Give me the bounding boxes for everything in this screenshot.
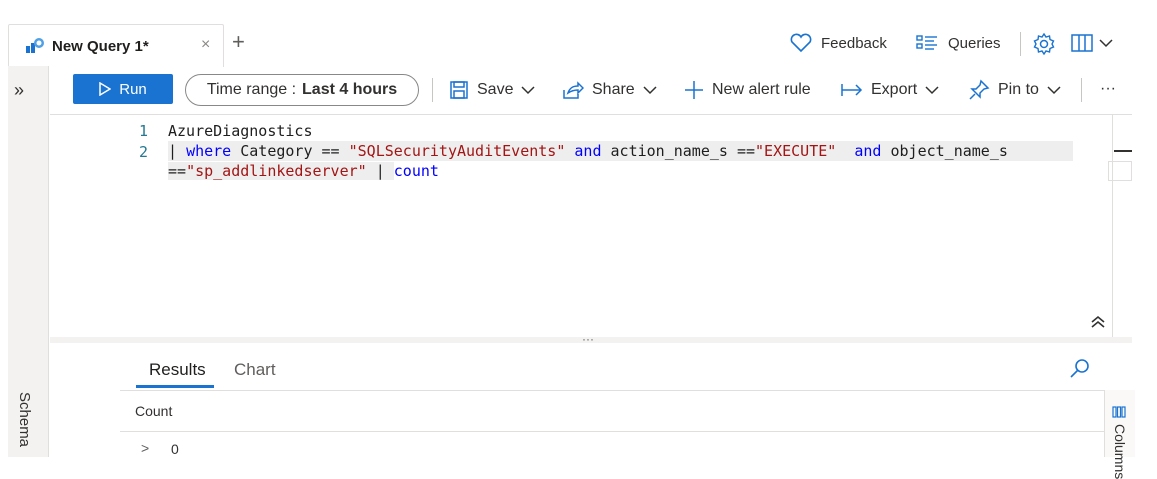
code-text: Category == (231, 142, 349, 160)
search-icon[interactable] (1069, 357, 1091, 384)
current-line-highlight: | where Category == "SQLSecurityAuditEve… (168, 141, 1073, 181)
pin-to-label: Pin to (998, 81, 1039, 98)
log-analytics-icon (25, 36, 45, 54)
save-button[interactable]: Save (449, 78, 535, 102)
toolbar-divider (1081, 78, 1082, 102)
and-keyword: and (574, 142, 602, 160)
add-tab-button[interactable]: + (232, 30, 245, 54)
chevron-down-icon (1099, 38, 1113, 48)
and-keyword: and (854, 142, 882, 160)
table-cell: 0 (171, 441, 179, 457)
time-range-label: Time range : (206, 81, 297, 98)
chevron-down-icon (925, 85, 939, 95)
count-keyword: count (393, 162, 439, 180)
share-label: Share (592, 81, 635, 98)
scroll-marker (1114, 150, 1132, 152)
editor-scroll-track (1112, 115, 1113, 337)
row-expand-icon[interactable]: > (141, 440, 149, 456)
close-tab-icon[interactable]: × (201, 36, 210, 54)
active-tab-indicator (136, 385, 214, 388)
header-divider (1020, 32, 1021, 56)
string-literal: "EXECUTE" (755, 142, 837, 160)
time-range-value: Last 4 hours (302, 81, 398, 98)
collapse-editor-icon[interactable] (1090, 314, 1106, 335)
share-icon (562, 80, 584, 100)
columns-panel-label[interactable]: Columns (1112, 424, 1128, 479)
table-name: AzureDiagnostics (168, 122, 313, 140)
minimap-slider[interactable] (1108, 161, 1132, 181)
new-alert-rule-label: New alert rule (712, 81, 811, 98)
line-number: 1 (139, 122, 149, 140)
time-range-picker[interactable]: Time range : Last 4 hours (185, 74, 419, 106)
where-keyword: where (186, 142, 232, 160)
results-grid-header (120, 390, 1104, 432)
code-text: == (168, 162, 187, 180)
feedback-button[interactable]: Feedback (789, 32, 887, 54)
export-arrow-icon (841, 82, 863, 98)
splitter-grip-icon[interactable]: ··· (582, 332, 594, 346)
book-icon (1071, 33, 1093, 53)
tab-results[interactable]: Results (149, 360, 206, 380)
pin-to-button[interactable]: Pin to (968, 78, 1061, 102)
chevron-down-icon (1047, 85, 1061, 95)
column-header-count[interactable]: Count (135, 403, 172, 419)
columns-icon[interactable] (1112, 405, 1126, 423)
code-line-2-wrap[interactable]: =="sp_addlinkedserver" | count (168, 161, 1073, 181)
code-text: object_name_s (881, 142, 1008, 160)
share-button[interactable]: Share (562, 78, 657, 102)
save-label: Save (477, 81, 514, 98)
queries-list-icon (916, 34, 938, 52)
pipe-token: | (168, 142, 187, 160)
new-alert-rule-button[interactable]: New alert rule (684, 78, 811, 102)
run-label: Run (119, 80, 147, 98)
heart-icon (789, 33, 813, 53)
run-button[interactable]: Run (73, 74, 173, 104)
schema-label[interactable]: Schema (16, 392, 33, 447)
export-button[interactable]: Export (841, 78, 939, 102)
toolbar-divider (432, 78, 433, 102)
more-options-button[interactable]: ··· (1100, 80, 1116, 98)
expand-sidebar-icon[interactable]: » (14, 80, 24, 101)
chevron-down-icon (643, 85, 657, 95)
code-text: action_name_s == (601, 142, 756, 160)
pin-icon (968, 79, 990, 101)
string-literal: "sp_addlinkedserver" (186, 162, 367, 180)
line-number: 2 (139, 143, 149, 161)
queries-button[interactable]: Queries (916, 32, 1001, 54)
tab-title: New Query 1* (52, 38, 149, 55)
code-line-1[interactable]: AzureDiagnostics (168, 121, 313, 141)
code-line-2[interactable]: | where Category == "SQLSecurityAuditEve… (168, 141, 1073, 161)
string-literal: "SQLSecurityAuditEvents" (348, 142, 566, 160)
tab-chart[interactable]: Chart (234, 360, 276, 380)
save-icon (449, 80, 469, 100)
code-text: | (366, 162, 394, 180)
feedback-label: Feedback (821, 34, 887, 52)
chevron-down-icon (521, 85, 535, 95)
play-icon (99, 82, 112, 96)
queries-label: Queries (948, 34, 1001, 52)
export-label: Export (871, 81, 918, 98)
query-tab[interactable]: New Query 1* × (8, 24, 224, 67)
book-layout-button[interactable] (1071, 33, 1113, 53)
plus-icon (684, 80, 704, 100)
settings-gear-icon[interactable] (1032, 32, 1056, 61)
